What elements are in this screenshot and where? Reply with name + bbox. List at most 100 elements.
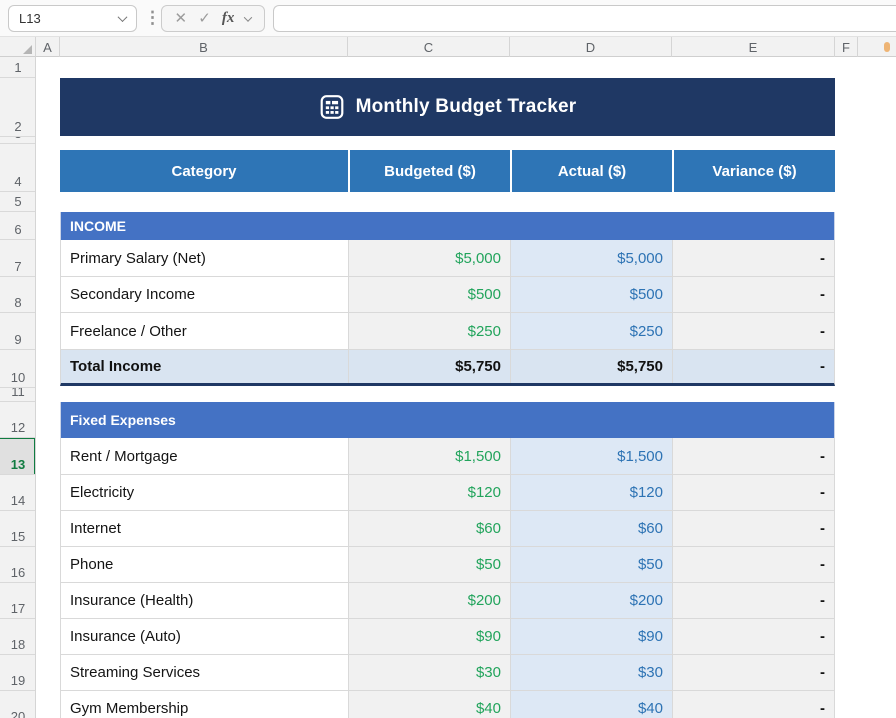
budgeted-cell[interactable]: $5,750 — [348, 350, 510, 383]
table-row[interactable]: Streaming Services $30 $30 - — [60, 655, 835, 691]
row-header-13-selected[interactable]: 13 — [0, 438, 36, 475]
section-bar-fixed-expenses[interactable]: Fixed Expenses — [60, 402, 835, 438]
formula-input[interactable] — [273, 5, 896, 32]
budgeted-cell[interactable]: $1,500 — [348, 438, 510, 474]
column-header-f[interactable]: F — [835, 37, 858, 57]
table-row[interactable]: Electricity $120 $120 - — [60, 475, 835, 511]
row-header-8[interactable]: 8 — [0, 277, 36, 313]
variance-cell[interactable]: - — [672, 240, 834, 276]
variance-cell[interactable]: - — [672, 619, 834, 654]
budgeted-cell[interactable]: $50 — [348, 547, 510, 582]
budgeted-cell[interactable]: $90 — [348, 619, 510, 654]
actual-cell[interactable]: $30 — [510, 655, 672, 690]
variance-cell[interactable]: - — [672, 313, 834, 349]
actual-cell[interactable]: $40 — [510, 691, 672, 718]
budgeted-cell[interactable]: $40 — [348, 691, 510, 718]
name-box[interactable]: L13 — [8, 5, 137, 32]
actual-cell[interactable]: $1,500 — [510, 438, 672, 474]
table-row[interactable]: Freelance / Other $250 $250 - — [60, 313, 835, 350]
variance-cell[interactable]: - — [672, 655, 834, 690]
actual-cell[interactable]: $120 — [510, 475, 672, 510]
table-row[interactable]: Phone $50 $50 - — [60, 547, 835, 583]
enter-icon[interactable]: ✓ — [198, 11, 211, 26]
row-header-3[interactable]: 3 — [0, 137, 36, 144]
row-header-10[interactable]: 10 — [0, 350, 36, 388]
variance-cell[interactable]: - — [672, 438, 834, 474]
budgeted-cell[interactable]: $5,000 — [348, 240, 510, 276]
category-cell[interactable]: Insurance (Auto) — [61, 619, 348, 654]
row-header-11[interactable]: 11 — [0, 388, 36, 402]
actual-cell[interactable]: $5,750 — [510, 350, 672, 383]
category-cell[interactable]: Electricity — [61, 475, 348, 510]
select-all-button[interactable] — [0, 37, 36, 57]
column-header-c[interactable]: C — [348, 37, 510, 57]
row-header-6[interactable]: 6 — [0, 212, 36, 240]
row-header-18[interactable]: 18 — [0, 619, 36, 655]
category-cell[interactable]: Streaming Services — [61, 655, 348, 690]
actual-cell[interactable]: $5,000 — [510, 240, 672, 276]
chevron-down-icon[interactable] — [244, 13, 252, 21]
category-cell[interactable]: Total Income — [61, 350, 348, 383]
column-header-d[interactable]: D — [510, 37, 672, 57]
row-header-1[interactable]: 1 — [0, 57, 36, 78]
table-row[interactable]: Secondary Income $500 $500 - — [60, 277, 835, 313]
variance-cell[interactable]: - — [672, 583, 834, 618]
actual-cell[interactable]: $90 — [510, 619, 672, 654]
title-banner[interactable]: Monthly Budget Tracker — [60, 78, 835, 136]
row-header-12[interactable]: 12 — [0, 402, 36, 438]
budgeted-cell[interactable]: $500 — [348, 277, 510, 312]
header-budgeted[interactable]: Budgeted ($) — [348, 150, 510, 192]
table-row[interactable]: Internet $60 $60 - — [60, 511, 835, 547]
row-header-15[interactable]: 15 — [0, 511, 36, 547]
row-header-7[interactable]: 7 — [0, 240, 36, 277]
variance-cell[interactable]: - — [672, 277, 834, 312]
row-header-14[interactable]: 14 — [0, 475, 36, 511]
insert-function-icon[interactable]: fx — [222, 10, 235, 27]
category-cell[interactable]: Secondary Income — [61, 277, 348, 312]
actual-cell[interactable]: $250 — [510, 313, 672, 349]
variance-cell[interactable]: - — [672, 511, 834, 546]
section-bar-income[interactable]: INCOME — [60, 212, 835, 240]
column-header-b[interactable]: B — [60, 37, 348, 57]
row-header-16[interactable]: 16 — [0, 547, 36, 583]
table-row[interactable]: Gym Membership $40 $40 - — [60, 691, 835, 718]
column-header-e[interactable]: E — [672, 37, 835, 57]
header-actual[interactable]: Actual ($) — [510, 150, 672, 192]
row-header-4[interactable]: 4 — [0, 144, 36, 192]
budgeted-cell[interactable]: $60 — [348, 511, 510, 546]
variance-cell[interactable]: - — [672, 350, 834, 383]
header-variance[interactable]: Variance ($) — [672, 150, 835, 192]
budgeted-cell[interactable]: $30 — [348, 655, 510, 690]
table-row[interactable]: Insurance (Auto) $90 $90 - — [60, 619, 835, 655]
table-row[interactable]: Insurance (Health) $200 $200 - — [60, 583, 835, 619]
actual-cell[interactable]: $60 — [510, 511, 672, 546]
category-cell[interactable]: Insurance (Health) — [61, 583, 348, 618]
category-cell[interactable]: Rent / Mortgage — [61, 438, 348, 474]
table-row[interactable]: Rent / Mortgage $1,500 $1,500 - — [60, 438, 835, 475]
category-cell[interactable]: Gym Membership — [61, 691, 348, 718]
variance-cell[interactable]: - — [672, 691, 834, 718]
category-cell[interactable]: Freelance / Other — [61, 313, 348, 349]
row-header-9[interactable]: 9 — [0, 313, 36, 350]
row-header-5[interactable]: 5 — [0, 192, 36, 212]
row-header-20[interactable]: 20 — [0, 691, 36, 718]
row-header-19[interactable]: 19 — [0, 655, 36, 691]
variance-cell[interactable]: - — [672, 475, 834, 510]
actual-cell[interactable]: $50 — [510, 547, 672, 582]
budgeted-cell[interactable]: $200 — [348, 583, 510, 618]
actual-cell[interactable]: $200 — [510, 583, 672, 618]
variance-cell[interactable]: - — [672, 547, 834, 582]
row-header-2[interactable]: 2 — [0, 78, 36, 137]
total-income-row[interactable]: Total Income $5,750 $5,750 - — [60, 350, 835, 386]
cancel-icon[interactable]: ✕ — [175, 11, 188, 26]
header-category[interactable]: Category — [60, 150, 348, 192]
row-header-17[interactable]: 17 — [0, 583, 36, 619]
actual-cell[interactable]: $500 — [510, 277, 672, 312]
budgeted-cell[interactable]: $120 — [348, 475, 510, 510]
category-cell[interactable]: Internet — [61, 511, 348, 546]
column-header-a[interactable]: A — [36, 37, 60, 57]
category-cell[interactable]: Phone — [61, 547, 348, 582]
table-row[interactable]: Primary Salary (Net) $5,000 $5,000 - — [60, 240, 835, 277]
category-cell[interactable]: Primary Salary (Net) — [61, 240, 348, 276]
budgeted-cell[interactable]: $250 — [348, 313, 510, 349]
